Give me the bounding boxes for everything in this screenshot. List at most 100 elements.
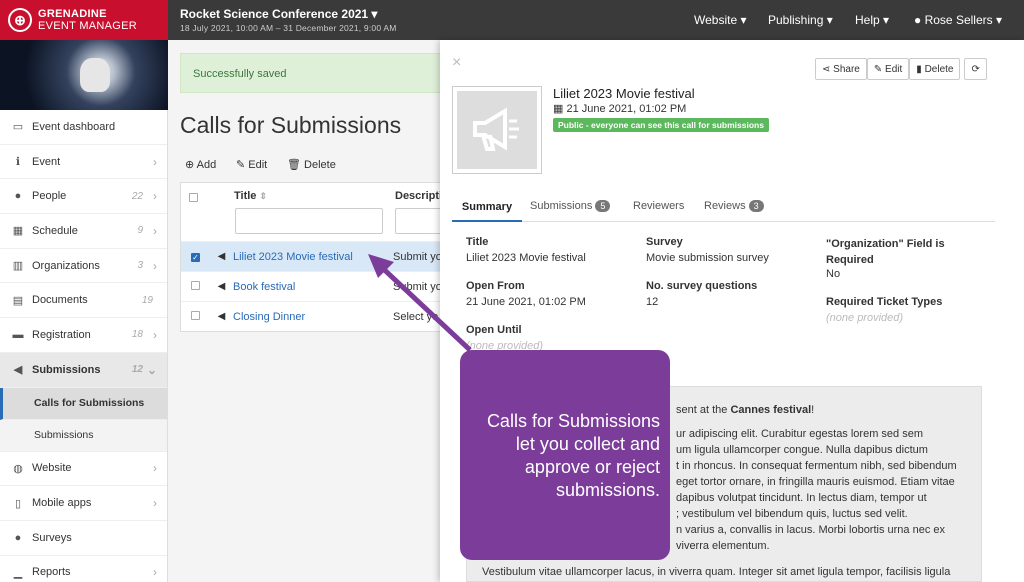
sort-icon: ⇕ (259, 191, 268, 201)
row-checkbox[interactable] (191, 310, 200, 320)
desc-text: sent at the (676, 404, 731, 416)
person-icon: ● (14, 190, 22, 203)
share-button[interactable]: ⋖ Share (815, 58, 867, 80)
delete-button[interactable]: 🗑 Delete (287, 158, 336, 171)
select-all-checkbox[interactable] (189, 191, 198, 205)
sidebar-item-label: Calls for Submissions (34, 397, 145, 409)
description-body: ur adipiscing elit. Curabitur egestas lo… (676, 426, 976, 554)
sidebar-item-label: Submissions (32, 363, 101, 376)
tab-summary[interactable]: Summary (452, 200, 522, 222)
sidebar-item-label: Website (32, 462, 72, 475)
sidebar-item-registration[interactable]: ▬ Registration 18 › (0, 318, 167, 353)
sidebar-item-documents[interactable]: ▤ Documents 19 (0, 283, 167, 319)
menu-help[interactable]: Help ▾ (855, 13, 889, 27)
sidebar-subitem-calls-for-submissions[interactable]: Calls for Submissions (0, 387, 167, 420)
tab-submissions[interactable]: Submissions 5 (530, 200, 611, 212)
desc-bold: Cannes festival (730, 404, 812, 416)
sidebar-item-label: Schedule (32, 224, 78, 237)
sidebar-item-label: Event (32, 155, 61, 168)
sidebar-item-label: People (32, 190, 67, 203)
row-checkbox[interactable]: ✓ (191, 252, 200, 262)
chevron-right-icon: › (153, 496, 157, 511)
field-ticket-value: (none provided) (826, 312, 904, 324)
sidebar: ▭ Event dashboard ℹ Event › ● People 22 › ▦ Sch… (0, 110, 168, 582)
add-button[interactable]: ⊕ Add (185, 158, 216, 171)
sidebar-subitem-submissions[interactable]: Submissions (0, 419, 167, 452)
chart-icon: ▁ (13, 566, 23, 579)
sidebar-item-label: Event dashboard (32, 120, 116, 133)
sidebar-item-label: Mobile apps (32, 497, 92, 510)
sidebar-item-people[interactable]: ● People 22 › (0, 179, 167, 215)
logo-line-1: GRENADINE (38, 8, 107, 20)
column-header-title[interactable]: Title ⇕ (234, 190, 267, 202)
sidebar-item-mobile-apps[interactable]: ▯ Mobile apps › (0, 486, 167, 521)
desc-line: t in rhoncus. In consequat fermentum nib… (676, 460, 957, 472)
title-filter-input[interactable] (235, 208, 383, 234)
delete-call-button[interactable]: ▮ Delete (909, 58, 961, 80)
megaphone-icon: ◀ (217, 281, 226, 292)
refresh-button[interactable]: ⟳ (964, 58, 987, 80)
call-date-text: 21 June 2021, 01:02 PM (566, 103, 687, 115)
tab-reviewers[interactable]: Reviewers (633, 200, 684, 212)
description-filter-input[interactable] (395, 208, 445, 234)
sidebar-item-reports[interactable]: ▁ Reports › (0, 556, 167, 582)
sidebar-item-label: Submissions (34, 429, 94, 441)
page-title: Calls for Submissions (180, 112, 402, 138)
trash-icon: ▮ (916, 63, 922, 75)
edit-button[interactable]: ✎ Edit (236, 158, 267, 171)
sidebar-item-submissions[interactable]: ◀ Submissions 12 ⌄ (0, 352, 167, 388)
call-title: Liliet 2023 Movie festival (553, 86, 695, 101)
chevron-right-icon: › (153, 189, 157, 204)
sidebar-item-label: Surveys (32, 531, 72, 544)
app-logo[interactable]: ⊕ GRENADINE EVENT MANAGER (0, 0, 168, 40)
user-menu[interactable]: ● Rose Sellers ▾ (914, 13, 1002, 27)
call-image (452, 86, 542, 174)
sidebar-item-organizations[interactable]: ▥ Organizations 3 › (0, 249, 167, 284)
callout-line: submissions. (555, 480, 660, 500)
row-checkbox[interactable] (191, 280, 200, 290)
desc-line: ur adipiscing elit. Curabitur egestas lo… (676, 428, 924, 440)
callout-arrow (368, 254, 472, 352)
conference-selector[interactable]: Rocket Science Conference 2021 ▾ (180, 7, 377, 21)
calendar-icon: ▦ (553, 103, 564, 115)
sidebar-item-count: 12 (131, 364, 143, 376)
column-header-description[interactable]: Descripti (395, 190, 443, 202)
calendar-icon: ▦ (12, 225, 24, 238)
logo-mark-icon: ⊕ (8, 8, 32, 32)
sidebar-item-label: Registration (32, 328, 91, 341)
sidebar-item-website[interactable]: ◍ Website › (0, 452, 167, 487)
menu-website[interactable]: Website ▾ (694, 13, 747, 27)
megaphone-icon: ◀ (217, 251, 226, 262)
chevron-right-icon: › (153, 154, 157, 169)
chevron-right-icon: › (153, 223, 157, 238)
tab-label: Submissions (530, 200, 593, 212)
desc-line: dapibus volutpat tincidunt. In lectus di… (676, 492, 927, 504)
megaphone-icon (473, 107, 519, 151)
sidebar-item-label: Documents (32, 294, 88, 307)
user-name: Rose Sellers ▾ (924, 13, 1002, 27)
description-last-line: Vestibulum vitae ullamcorper lacus, in v… (482, 566, 951, 578)
share-icon: ⋖ (822, 63, 831, 75)
chat-icon: ● (14, 531, 22, 544)
desc-line: viverra elementum. (676, 540, 770, 552)
sidebar-item-event-dashboard[interactable]: ▭ Event dashboard (0, 110, 167, 145)
sidebar-item-label: Organizations (32, 259, 100, 272)
sidebar-item-schedule[interactable]: ▦ Schedule 9 › (0, 214, 167, 249)
tab-reviews[interactable]: Reviews 3 (704, 200, 764, 212)
monitor-icon: ▭ (12, 121, 24, 134)
sidebar-item-surveys[interactable]: ● Surveys (0, 521, 167, 556)
field-questions-label: No. survey questions (646, 280, 758, 292)
close-icon[interactable]: × (452, 54, 461, 72)
arrow-line (374, 260, 472, 352)
field-org-label: "Organization" Field is Required (826, 238, 945, 266)
sidebar-item-event[interactable]: ℹ Event › (0, 145, 167, 180)
callout-line: approve or reject (524, 457, 660, 477)
edit-call-button[interactable]: ✎ Edit (866, 58, 910, 80)
field-questions-value: 12 (646, 296, 659, 308)
trash-icon: 🗑 (287, 159, 301, 171)
menu-publishing[interactable]: Publishing ▾ (768, 13, 833, 27)
chevron-right-icon: › (153, 327, 157, 342)
callout-line: let you collect and (515, 434, 660, 454)
desc-line: eget tortor ornare, in fringilla mauris … (676, 476, 955, 488)
logo-line-2: EVENT MANAGER (38, 20, 138, 32)
